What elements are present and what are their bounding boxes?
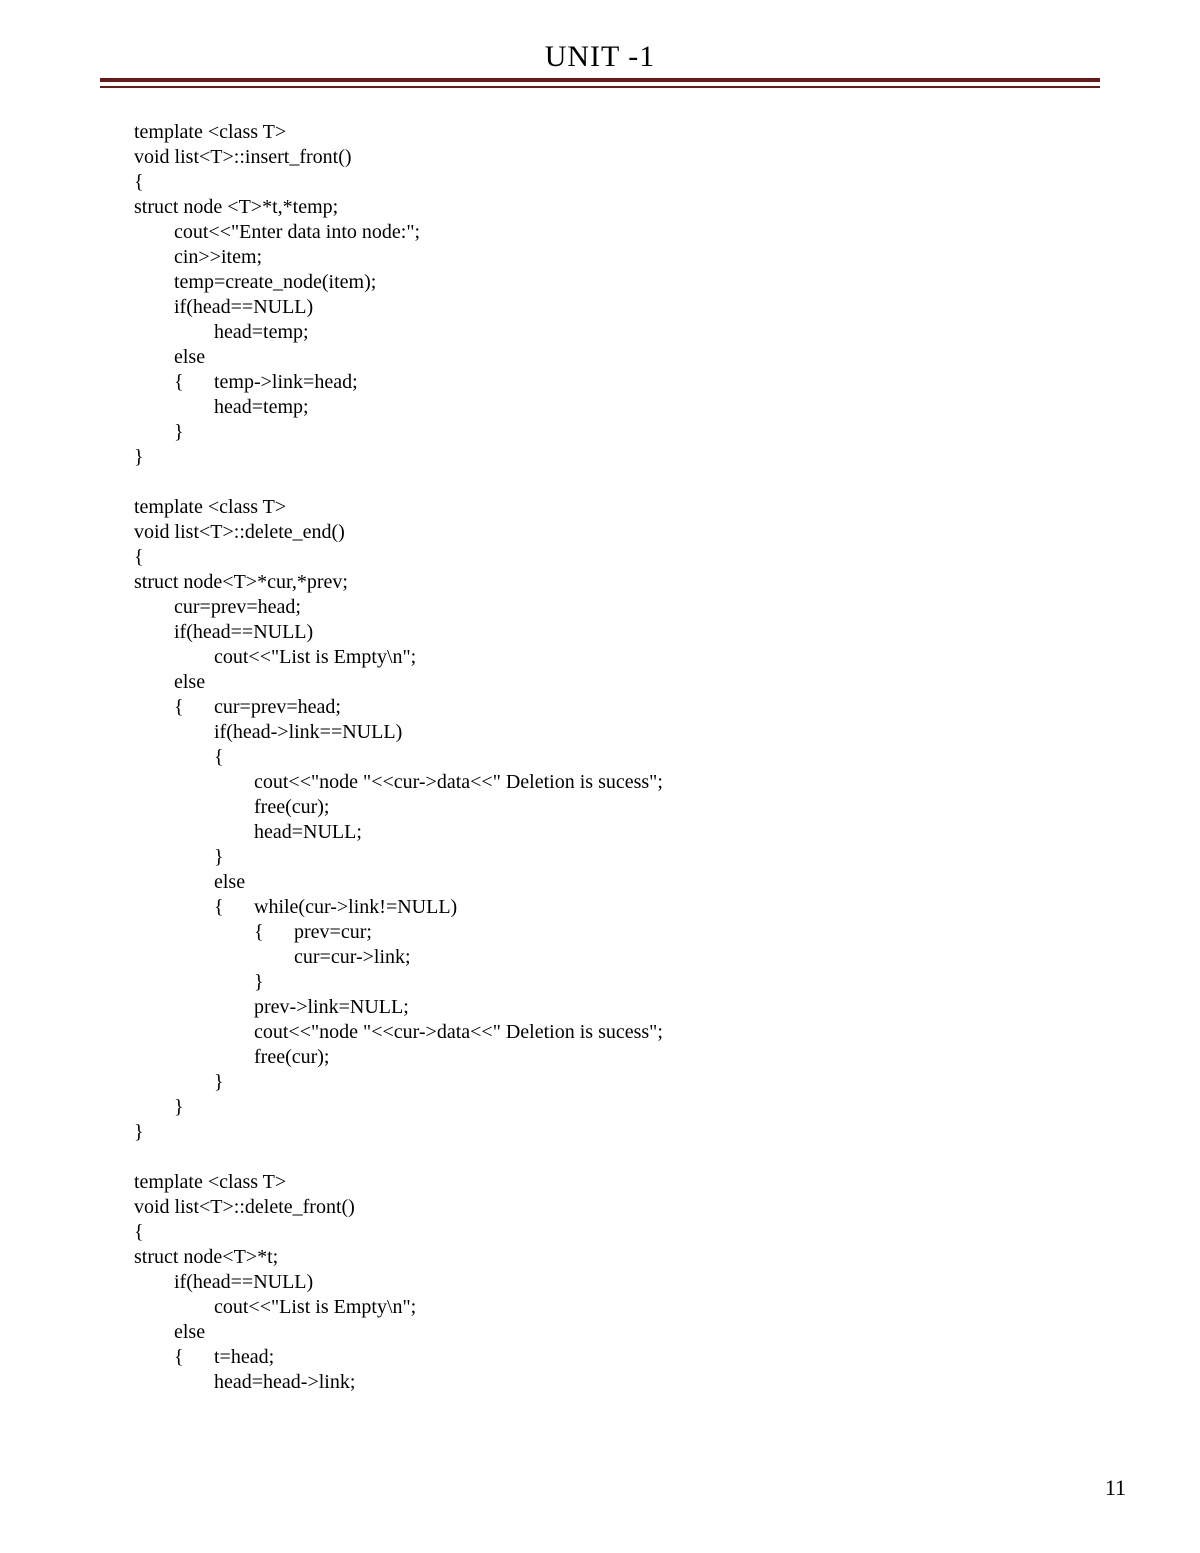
page-header-title: UNIT -1 xyxy=(100,40,1100,74)
page-container: UNIT -1 template <class T> void list<T>:… xyxy=(0,0,1200,1395)
header-divider xyxy=(100,78,1100,88)
code-block: template <class T> void list<T>::insert_… xyxy=(100,120,1100,1395)
page-number: 11 xyxy=(1105,1475,1126,1501)
